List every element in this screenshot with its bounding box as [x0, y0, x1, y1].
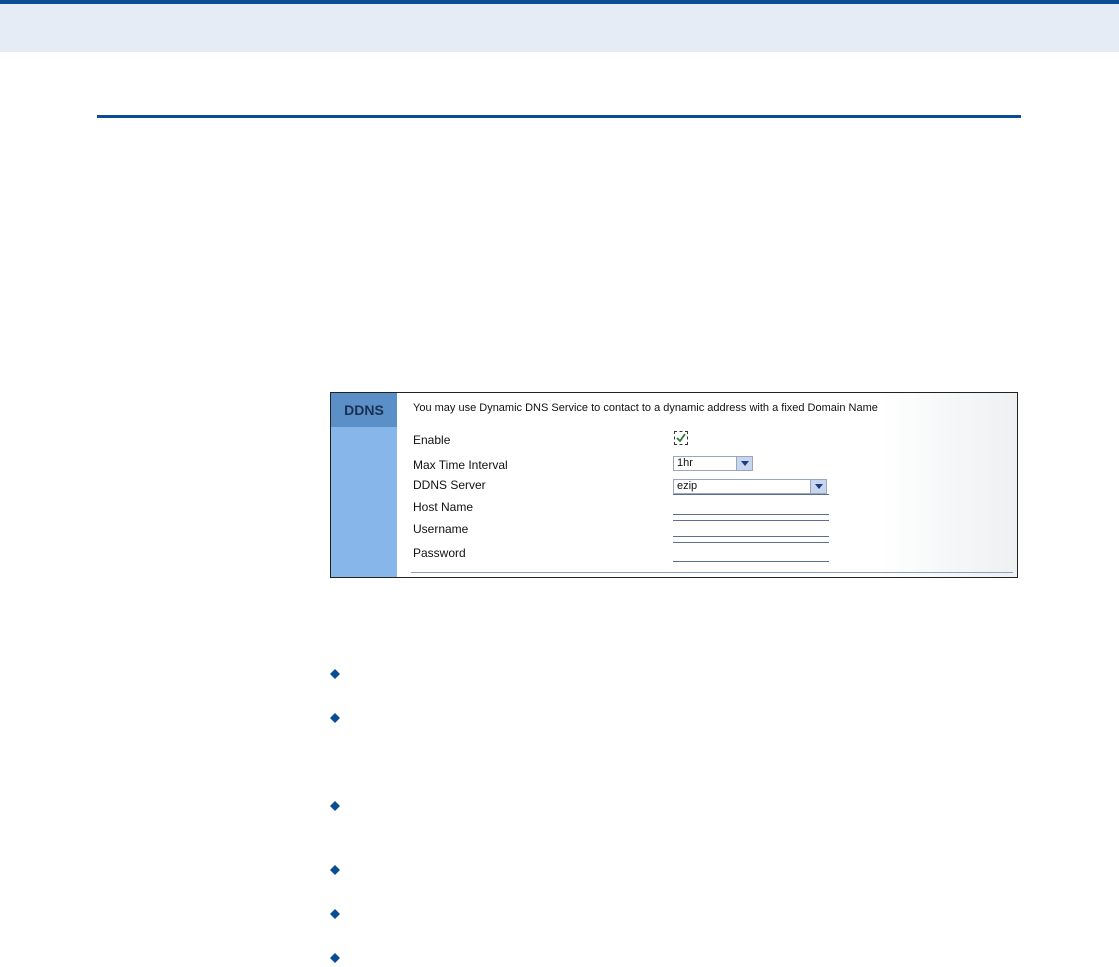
panel-intro-text: You may use Dynamic DNS Service to conta… [413, 402, 878, 414]
username-input[interactable] [673, 536, 829, 543]
diamond-bullet-icon [330, 801, 340, 811]
chevron-down-icon[interactable] [810, 480, 826, 493]
host-name-input[interactable] [673, 514, 829, 521]
ddns-server-select[interactable]: ezip [673, 479, 827, 494]
enable-label: Enable [413, 433, 451, 447]
ddns-server-value: ezip [677, 480, 698, 492]
diamond-bullet-icon [330, 669, 340, 679]
max-time-interval-label: Max Time Interval [413, 458, 508, 472]
password-input[interactable] [673, 561, 829, 562]
ddns-server-label: DDNS Server [413, 478, 486, 492]
chevron-down-icon[interactable] [736, 457, 752, 470]
ddns-settings-panel: DDNS You may use Dynamic DNS Service to … [330, 392, 1018, 578]
host-name-label: Host Name [413, 500, 474, 514]
diamond-bullet-icon [330, 865, 340, 875]
ddns-tab[interactable]: DDNS [331, 393, 397, 427]
enable-checkbox[interactable] [674, 431, 688, 445]
username-label: Username [413, 522, 469, 536]
ddns-server-underline [673, 494, 829, 495]
diamond-bullet-icon [330, 713, 340, 723]
password-label: Password [413, 546, 466, 560]
max-time-interval-value: 1hr [677, 457, 693, 469]
checkmark-icon [676, 433, 686, 443]
diamond-bullet-icon [330, 953, 340, 963]
section-divider [97, 115, 1021, 118]
page-header-band [0, 0, 1119, 52]
max-time-interval-select[interactable]: 1hr [673, 456, 753, 471]
panel-bottom-divider [411, 572, 1013, 573]
diamond-bullet-icon [330, 909, 340, 919]
